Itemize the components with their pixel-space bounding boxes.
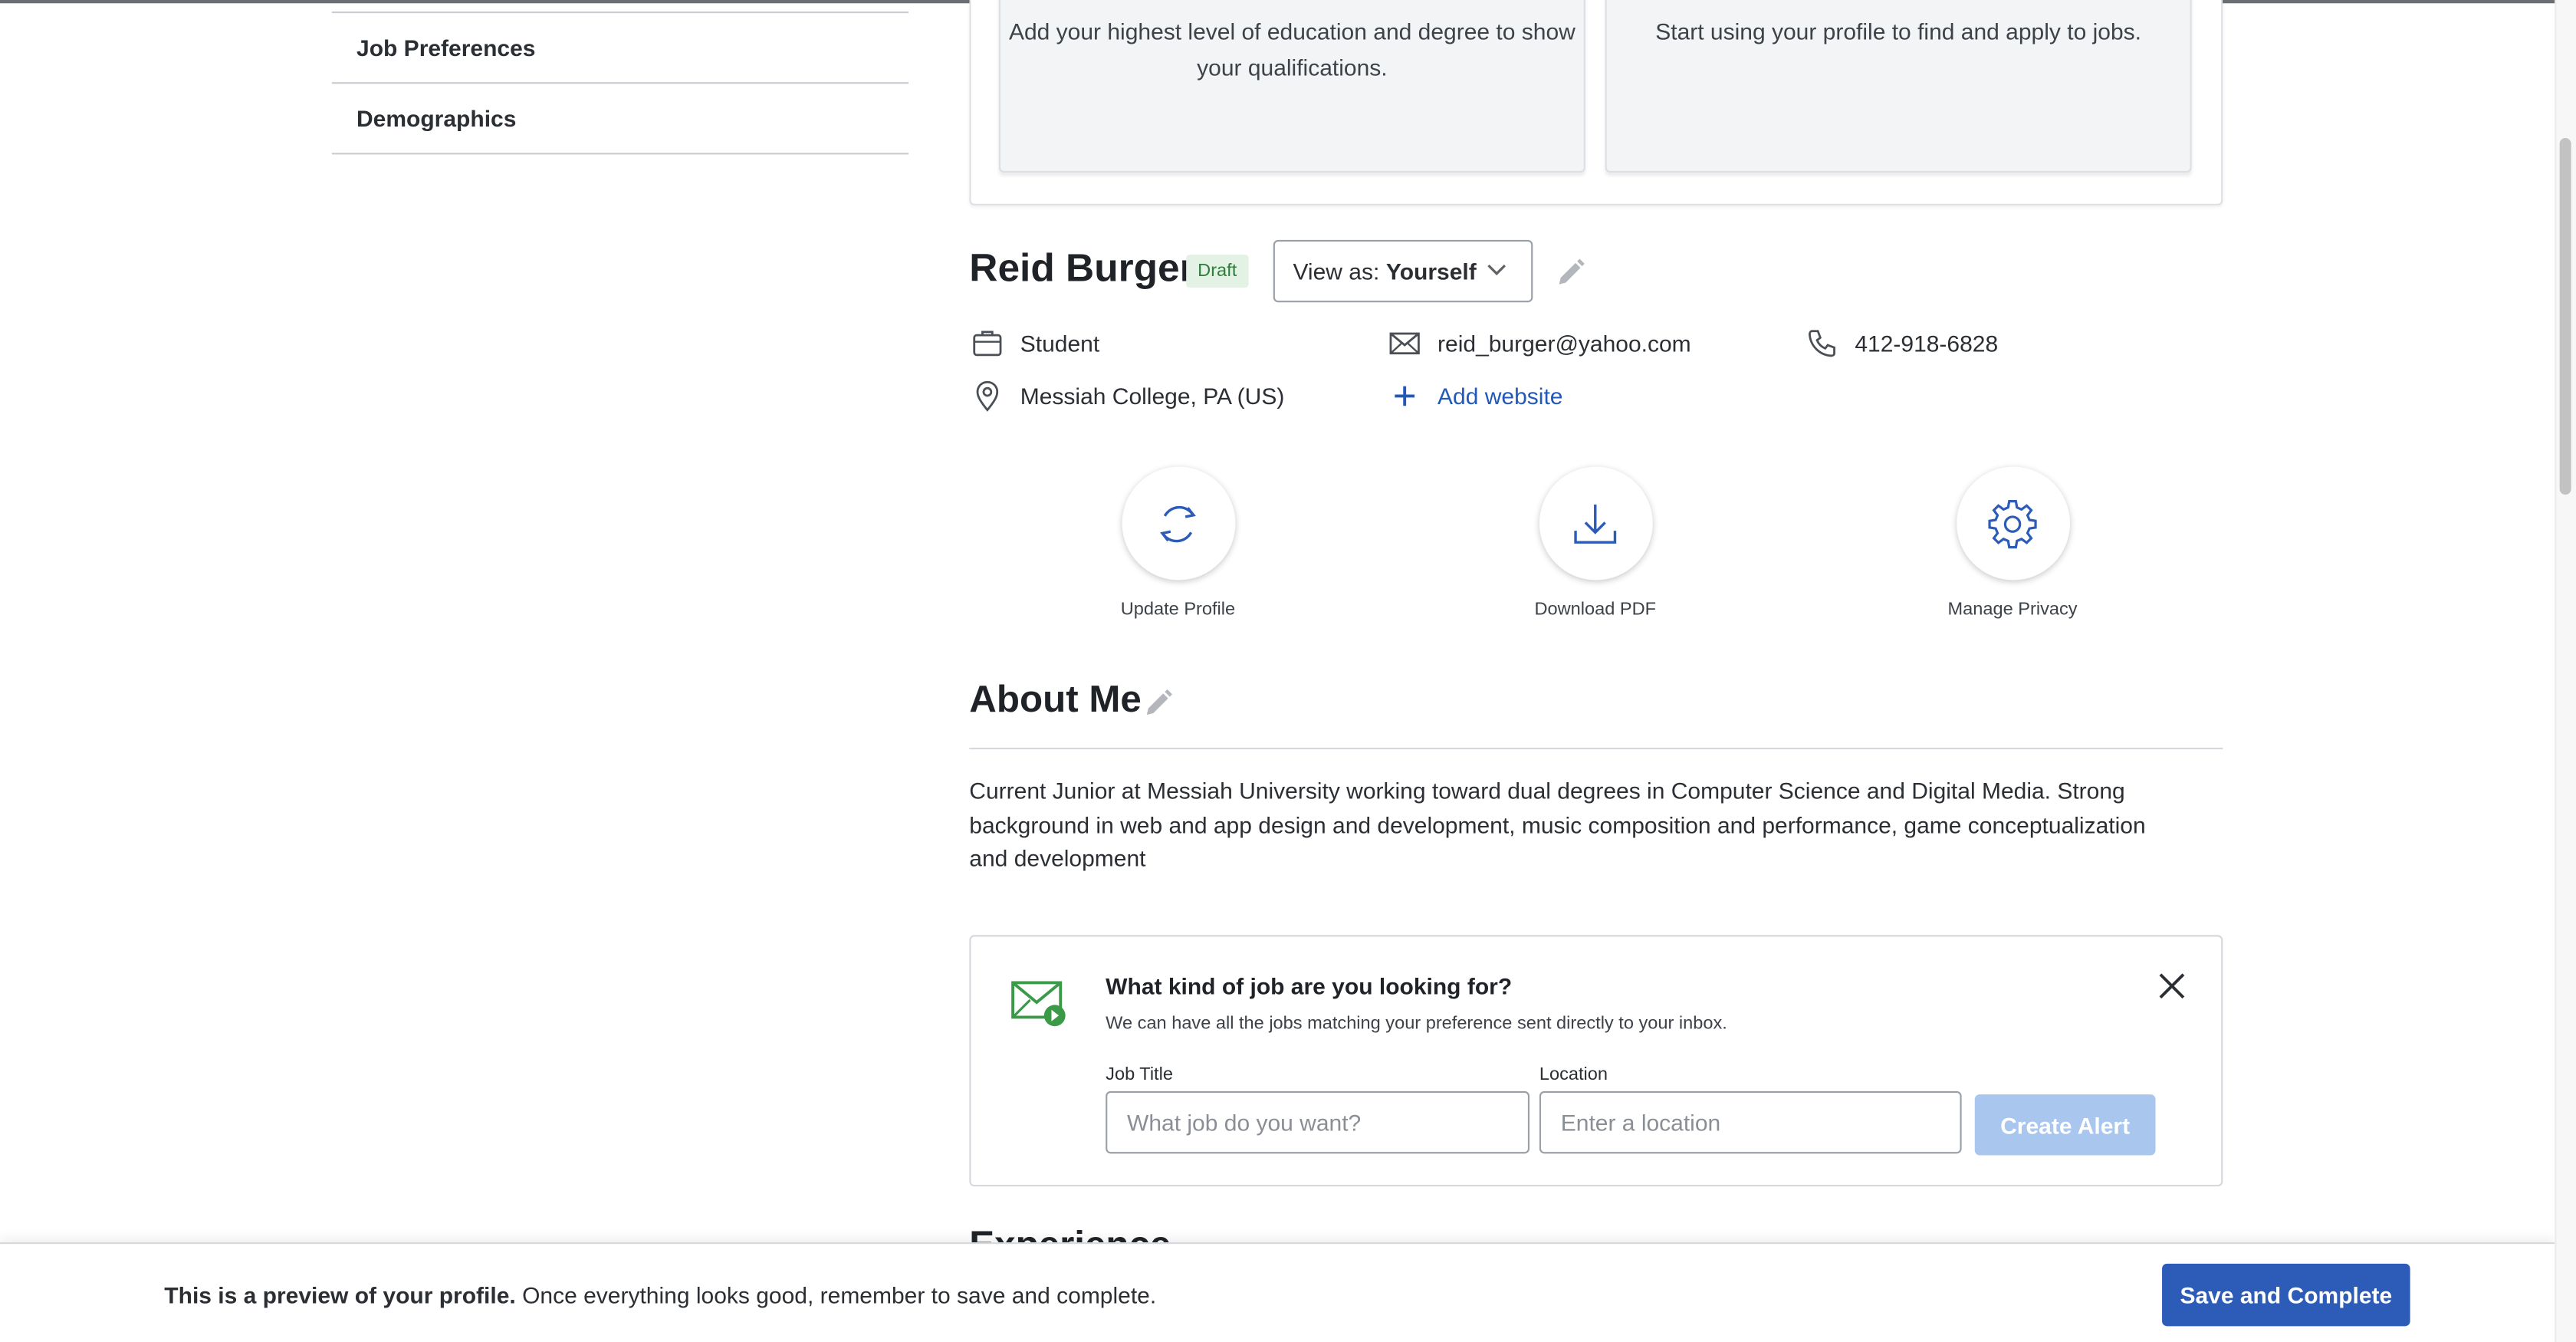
education-card[interactable]: Add your highest level of education and … <box>998 0 1585 173</box>
envelope-icon <box>1389 332 1420 355</box>
role-text: Student <box>1020 330 1100 357</box>
start-card[interactable]: Start using your profile to find and app… <box>1605 0 2192 173</box>
location-input[interactable] <box>1539 1090 1962 1154</box>
preview-message: This is a preview of your profile. Once … <box>164 1281 1156 1307</box>
close-icon[interactable] <box>2155 969 2188 1002</box>
job-title-label: Job Title <box>1106 1064 1173 1085</box>
manage-privacy-circle <box>1956 466 2069 581</box>
start-card-text: Start using your profile to find and app… <box>1655 18 2141 44</box>
about-divider <box>969 748 2223 750</box>
manage-privacy-label: Manage Privacy <box>1947 600 2078 620</box>
role-info: Student <box>971 327 1099 360</box>
about-me-heading: About Me <box>969 676 1142 720</box>
profile-name: Reid Burger <box>969 246 1195 291</box>
edit-about-pencil-icon[interactable] <box>1142 687 1175 720</box>
sidebar-item-label: Job Preferences <box>356 35 536 61</box>
app-viewport: Job Preferences Demographics Add your hi… <box>0 0 2576 1342</box>
refresh-icon <box>1160 505 1196 542</box>
job-alert-title: What kind of job are you looking for? <box>1106 972 1513 999</box>
manage-privacy-button[interactable]: Manage Privacy <box>1898 466 2128 620</box>
location-text: Messiah College, PA (US) <box>1020 383 1285 410</box>
job-alert-panel: What kind of job are you looking for? We… <box>969 935 2223 1187</box>
edit-pencil-icon[interactable] <box>1554 256 1587 289</box>
update-profile-button[interactable]: Update Profile <box>1063 466 1293 620</box>
plus-icon <box>1395 386 1415 406</box>
preview-message-bold: This is a preview of your profile. <box>164 1281 516 1308</box>
sidebar-item-demographics[interactable]: Demographics <box>331 82 909 153</box>
email-text: reid_burger@yahoo.com <box>1438 330 1691 357</box>
gear-icon <box>1988 498 2037 548</box>
about-me-text: Current Junior at Messiah University wor… <box>969 777 2146 871</box>
view-as-value: Yourself <box>1385 258 1477 285</box>
phone-text: 412-918-6828 <box>1855 330 1999 357</box>
job-alert-subtitle: We can have all the jobs matching your p… <box>1106 1014 1727 1034</box>
sidebar-item-job-preferences[interactable]: Job Preferences <box>331 12 909 82</box>
sidebar-item-label: Demographics <box>356 105 517 132</box>
download-pdf-button[interactable]: Download PDF <box>1480 466 1710 620</box>
phone-info[interactable]: 412-918-6828 <box>1806 327 1998 360</box>
download-icon <box>1574 503 1617 543</box>
update-profile-label: Update Profile <box>1120 600 1236 620</box>
scrollbar-thumb[interactable] <box>2559 138 2571 495</box>
create-alert-button[interactable]: Create Alert <box>1974 1094 2156 1156</box>
briefcase-icon <box>973 331 1002 357</box>
location-info: Messiah College, PA (US) <box>971 380 1284 413</box>
preview-footer-bar: This is a preview of your profile. Once … <box>0 1242 2555 1342</box>
status-badge: Draft <box>1186 255 1249 288</box>
add-website-text: Add website <box>1438 383 1563 410</box>
save-and-complete-button[interactable]: Save and Complete <box>2162 1263 2410 1327</box>
chevron-down-icon <box>1487 264 1506 276</box>
preview-message-text: Once everything looks good, remember to … <box>515 1281 1157 1308</box>
sidebar-divider <box>331 153 909 155</box>
phone-icon <box>1809 330 1835 357</box>
update-profile-circle <box>1121 466 1235 581</box>
download-pdf-label: Download PDF <box>1534 600 1657 620</box>
view-as-dropdown[interactable]: View as: Yourself <box>1273 239 1533 303</box>
location-label: Location <box>1539 1064 1608 1085</box>
location-pin-icon <box>976 380 999 412</box>
email-info[interactable]: reid_burger@yahoo.com <box>1388 327 1691 360</box>
job-title-input[interactable] <box>1106 1090 1530 1154</box>
add-website-link[interactable]: Add website <box>1388 380 1563 413</box>
view-as-prefix: View as: <box>1293 258 1380 285</box>
education-card-text: Add your highest level of education and … <box>1008 18 1576 81</box>
email-alert-icon <box>1011 981 1066 1027</box>
download-pdf-circle <box>1538 466 1652 581</box>
